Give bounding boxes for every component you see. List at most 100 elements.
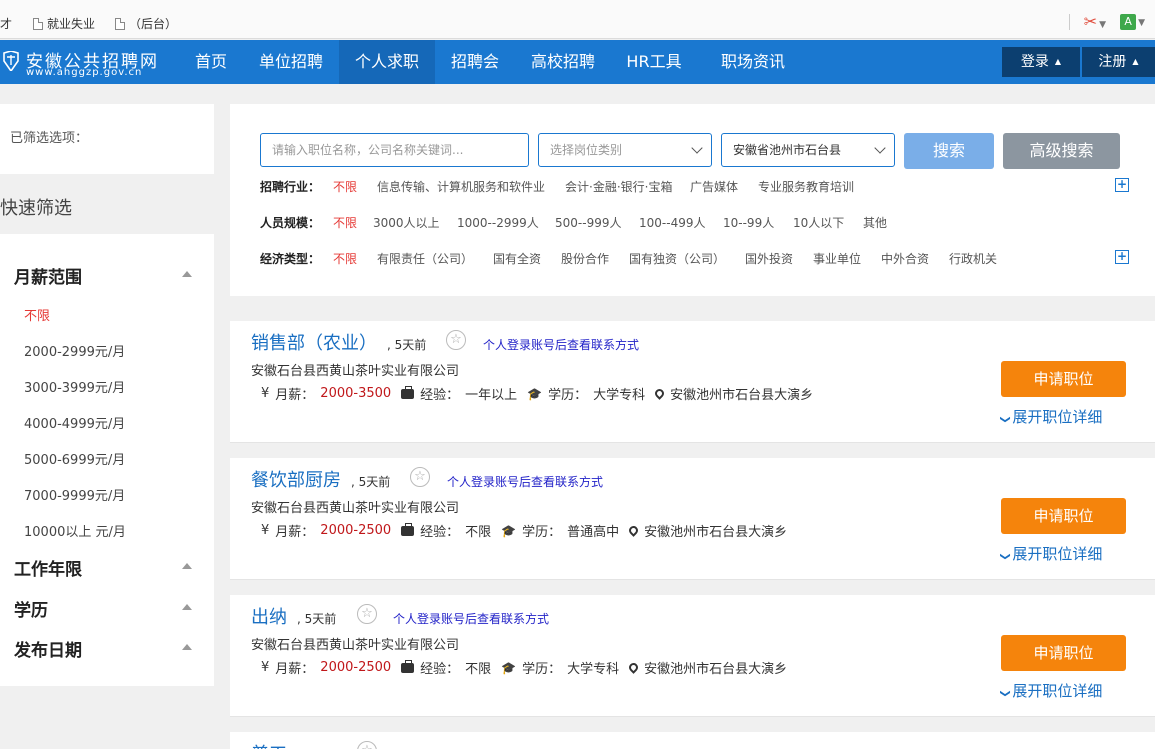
expand-plus-icon[interactable]: + <box>1115 178 1129 192</box>
chevron-down-icon: ❯ <box>999 552 1011 561</box>
salary-option[interactable]: 4000-4999元/月 <box>24 413 125 432</box>
salary-option[interactable]: 7000-9999元/月 <box>24 485 125 504</box>
region-select[interactable]: 安徽省池州市石台县 <box>721 133 895 167</box>
bookmark-backend[interactable]: （后台） <box>115 15 177 32</box>
star-icon[interactable]: ☆ <box>357 604 377 624</box>
expand-details-link[interactable]: ❯ 展开职位详细 <box>1000 680 1103 701</box>
nav-home[interactable]: 首页 <box>180 40 242 84</box>
job-title[interactable]: 餐饮部厨房 <box>251 466 341 492</box>
extension-translate[interactable]: A ▼ <box>1120 13 1145 30</box>
section-post-date-title[interactable]: 发布日期 <box>14 636 82 661</box>
filter-option[interactable]: 10--99人 <box>723 214 774 231</box>
yen-icon: ¥ <box>261 660 270 675</box>
category-select[interactable]: 选择岗位类别 <box>538 133 712 167</box>
collapse-arrow-icon[interactable] <box>182 563 192 569</box>
filter-option[interactable]: 信息传输、计算机服务和软件业 <box>377 178 545 195</box>
advanced-search-button[interactable]: 高级搜索 <box>1003 133 1120 169</box>
bookmark-employment[interactable]: 就业失业 <box>33 15 95 32</box>
job-age: , 5天前 <box>297 612 337 626</box>
salary-option[interactable]: 10000以上 元/月 <box>24 521 126 540</box>
filter-option[interactable]: 股份合作 <box>561 250 609 267</box>
job-title[interactable]: 出纳 <box>251 603 287 629</box>
briefcase-icon <box>401 385 415 399</box>
section-salary-title[interactable]: 月薪范围 <box>14 263 82 288</box>
collapse-arrow-icon[interactable] <box>182 271 192 277</box>
search-button[interactable]: 搜索 <box>904 133 994 169</box>
location-pin-icon <box>627 524 641 537</box>
star-icon[interactable]: ☆ <box>446 330 466 350</box>
filter-option[interactable]: 10人以下 <box>793 214 844 231</box>
filter-option[interactable]: 事业单位 <box>813 250 861 267</box>
experience-label: 经验： <box>420 525 460 540</box>
filter-option[interactable]: 1000--2999人 <box>457 214 539 231</box>
nav-career-news[interactable]: 职场资讯 <box>706 40 800 84</box>
register-button[interactable]: 注册 ▲ <box>1082 47 1155 77</box>
filter-option[interactable]: 不限 <box>333 250 357 267</box>
expand-details-link[interactable]: ❯ 展开职位详细 <box>1000 406 1103 427</box>
login-hint-link[interactable]: 个人登录账号后查看联系方式 <box>393 610 549 627</box>
star-icon[interactable]: ☆ <box>357 741 377 749</box>
site-logo[interactable]: 安徽公共招聘网 www.ahggzp.gov.cn <box>0 45 175 79</box>
filter-option[interactable]: 广告媒体 <box>690 178 738 195</box>
keyword-input[interactable]: 请输入职位名称，公司名称关键词... <box>260 133 529 167</box>
nav-company-recruit[interactable]: 单位招聘 <box>244 40 338 84</box>
job-title[interactable]: 普工 <box>251 740 287 749</box>
nav-hr-tools[interactable]: HR工具 <box>614 40 694 84</box>
filter-option[interactable]: 不限 <box>333 178 357 195</box>
collapse-arrow-icon[interactable] <box>182 644 192 650</box>
expand-details-link[interactable]: ❯ 展开职位详细 <box>999 543 1103 564</box>
company-name[interactable]: 安徽石台县西黄山茶叶实业有限公司 <box>251 634 459 653</box>
caret-up-icon: ▲ <box>1054 57 1062 66</box>
filter-option[interactable]: 100--499人 <box>639 214 705 231</box>
job-title[interactable]: 销售部（农业） <box>251 329 377 355</box>
chevron-down-icon <box>691 142 703 154</box>
apply-button[interactable]: 申请职位 <box>1001 635 1126 671</box>
login-label: 登录 <box>1020 54 1049 70</box>
search-panel: 请输入职位名称，公司名称关键词... 选择岗位类别 安徽省池州市石台县 搜索 高… <box>230 104 1155 296</box>
nav-campus-recruit[interactable]: 高校招聘 <box>517 40 609 84</box>
salary-value: 2000-2500 <box>320 523 392 538</box>
nav-job-seeking[interactable]: 个人求职 <box>339 40 435 84</box>
category-placeholder: 选择岗位类别 <box>550 143 623 157</box>
company-name[interactable]: 安徽石台县西黄山茶叶实业有限公司 <box>251 360 459 379</box>
caret-up-icon: ▲ <box>1132 57 1139 66</box>
login-button[interactable]: 登录 ▲ <box>1002 47 1080 77</box>
filter-option[interactable]: 行政机关 <box>949 250 997 267</box>
section-experience-title[interactable]: 工作年限 <box>14 555 82 580</box>
nav-job-fair[interactable]: 招聘会 <box>437 40 513 84</box>
bookmark-label: 就业失业 <box>47 17 96 31</box>
section-education-title[interactable]: 学历 <box>14 596 48 621</box>
login-hint-link[interactable]: 个人登录账号后查看联系方式 <box>483 336 639 353</box>
expand-label: 展开职位详细 <box>1012 545 1103 563</box>
filter-option[interactable]: 国有全资 <box>493 250 541 267</box>
filter-option[interactable]: 国外投资 <box>745 250 793 267</box>
expand-plus-icon[interactable]: + <box>1115 250 1129 264</box>
filtered-label: 已筛选选项： <box>10 131 89 146</box>
education-label: 学历： <box>522 525 562 540</box>
main-nav: 安徽公共招聘网 www.ahggzp.gov.cn 首页 单位招聘 个人求职 招… <box>0 40 1155 84</box>
bookmark-talent[interactable]: 人才 <box>0 15 12 32</box>
salary-label: 月薪： <box>275 662 315 677</box>
apply-button[interactable]: 申请职位 <box>1001 498 1126 534</box>
filter-option[interactable]: 不限 <box>333 214 357 231</box>
filter-option[interactable]: 国有独资（公司） <box>629 250 725 267</box>
filter-option[interactable]: 500--999人 <box>555 214 621 231</box>
location-value: 安徽池州市石台县大演乡 <box>644 662 788 677</box>
filter-option[interactable]: 专业服务教育培训 <box>758 178 854 195</box>
company-name[interactable]: 安徽石台县西黄山茶叶实业有限公司 <box>251 497 459 516</box>
extension-cut[interactable]: ✂ ▼ <box>1084 12 1106 31</box>
salary-option[interactable]: 3000-3999元/月 <box>24 377 125 396</box>
collapse-arrow-icon[interactable] <box>182 604 192 610</box>
login-hint-link[interactable]: 个人登录账号后查看联系方式 <box>447 473 603 490</box>
star-icon[interactable]: ☆ <box>410 467 430 487</box>
filter-option[interactable]: 3000人以上 <box>373 214 440 231</box>
filter-option[interactable]: 中外合资 <box>881 250 929 267</box>
filter-option[interactable]: 会计·金融·银行·宝箱 <box>565 178 672 195</box>
apply-button[interactable]: 申请职位 <box>1001 361 1126 397</box>
filter-option[interactable]: 有限责任（公司） <box>377 250 473 267</box>
salary-option[interactable]: 2000-2999元/月 <box>24 341 125 360</box>
salary-option[interactable]: 5000-6999元/月 <box>24 449 125 468</box>
job-card: 餐饮部厨房 , 5天前 ☆ 个人登录账号后查看联系方式 安徽石台县西黄山茶叶实业… <box>230 458 1155 580</box>
salary-option[interactable]: 不限 <box>24 305 50 324</box>
filter-option[interactable]: 其他 <box>863 214 887 231</box>
